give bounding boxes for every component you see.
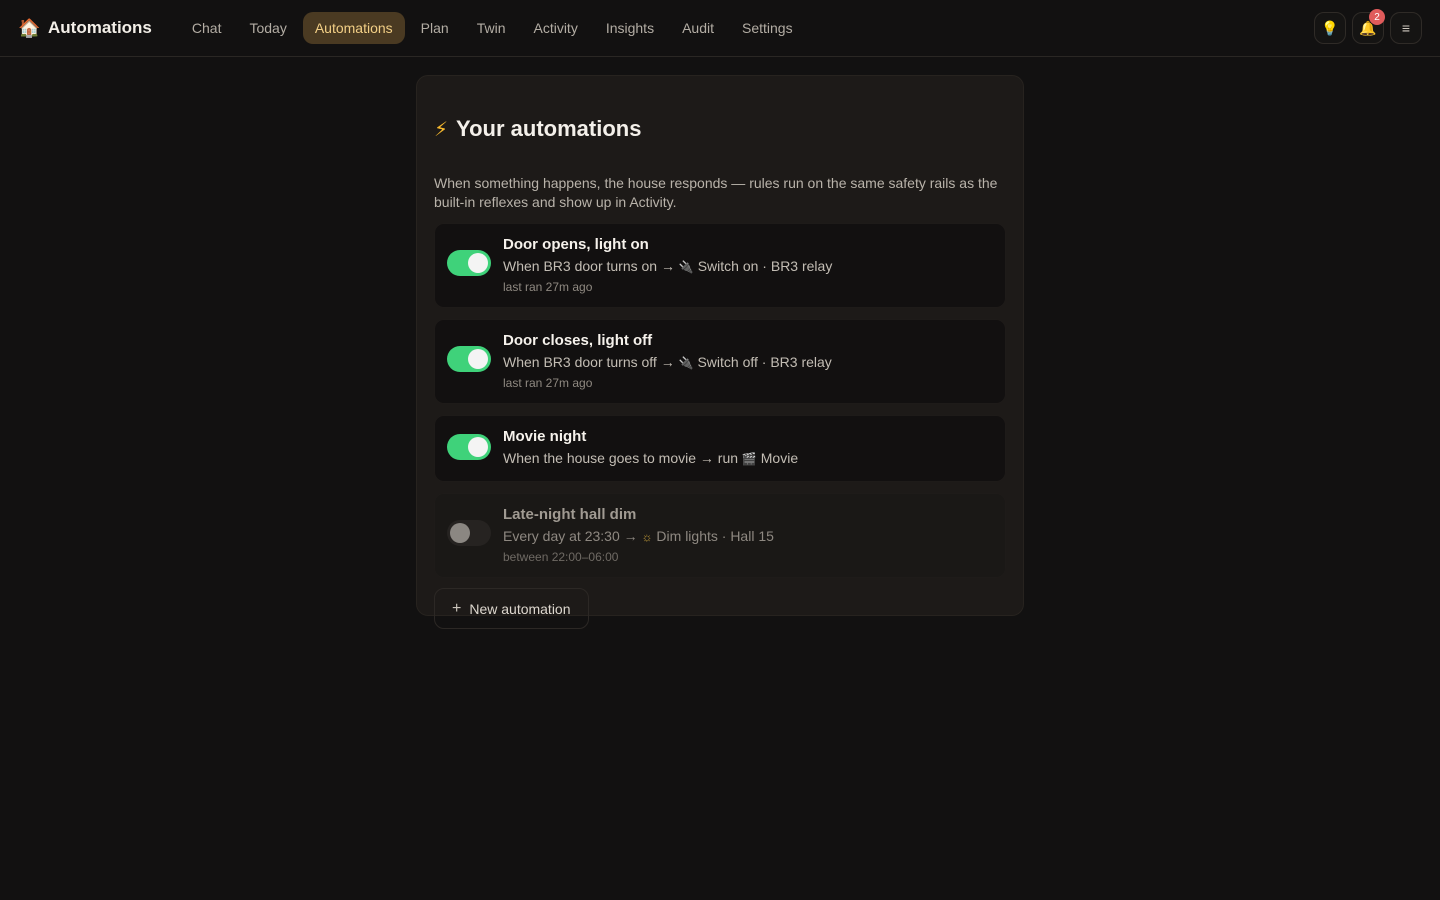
- automations-panel: ⚡ Your automations When something happen…: [416, 75, 1024, 629]
- panel-title: Your automations: [456, 116, 642, 141]
- rule-action: Dim lights · Hall 15: [656, 528, 774, 544]
- house-icon: 🏠: [18, 17, 41, 38]
- toggle-knob: [468, 349, 488, 369]
- rule-action: Movie: [760, 450, 799, 466]
- new-automation-button[interactable]: + New automation: [434, 588, 589, 629]
- rule-last-run: last ran 27m ago: [503, 376, 593, 390]
- hamburger-icon: ≡: [1401, 20, 1411, 36]
- rule-toggle[interactable]: [447, 434, 491, 460]
- tab-today[interactable]: Today: [237, 12, 298, 44]
- tab-automations[interactable]: Automations: [302, 12, 405, 44]
- rule-trigger: When BR3 door turns on →: [503, 258, 675, 274]
- rule-name: Movie night: [503, 428, 587, 445]
- rule-name: Door closes, light off: [503, 332, 653, 349]
- rule-schedule-window: between 22:00–06:00: [503, 550, 619, 564]
- rule-toggle[interactable]: [447, 520, 491, 546]
- toggle-knob: [468, 437, 488, 457]
- plug-icon: 🔌: [678, 356, 694, 370]
- tab-twin[interactable]: Twin: [465, 12, 518, 44]
- plus-icon: +: [452, 599, 462, 617]
- rule-action: Switch on · BR3 relay: [697, 258, 833, 274]
- rule-description: When BR3 door turns on → 🔌 Switch on · B…: [503, 257, 832, 276]
- toggle-knob: [468, 253, 488, 273]
- automation-rule: Late-night hall dim Every day at 23:30 →…: [434, 493, 1006, 578]
- rule-action: Switch off · BR3 relay: [697, 354, 832, 370]
- rule-toggle[interactable]: [447, 250, 491, 276]
- rule-description: Every day at 23:30 → ☼ Dim lights · Hall…: [503, 527, 774, 546]
- plug-icon: 🔌: [678, 260, 694, 274]
- rule-body: Late-night hall dim Every day at 23:30 →…: [503, 506, 774, 565]
- rule-description: When BR3 door turns off → 🔌 Switch off ·…: [503, 353, 832, 372]
- page-title: Automations: [48, 18, 152, 37]
- rule-body: Movie night When the house goes to movie…: [503, 428, 798, 468]
- automation-rule: Door closes, light off When BR3 door tur…: [434, 319, 1006, 404]
- tab-activity[interactable]: Activity: [521, 12, 589, 44]
- tab-plan[interactable]: Plan: [409, 12, 461, 44]
- menu-button[interactable]: ≡: [1390, 12, 1422, 44]
- tab-insights[interactable]: Insights: [594, 12, 666, 44]
- sun-icon: ☼: [641, 530, 653, 544]
- top-bar: 🏠 Automations Chat Today Automations Pla…: [0, 0, 1440, 57]
- rule-description: When the house goes to movie → run 🎬 Mov…: [503, 449, 798, 468]
- clapperboard-icon: 🎬: [741, 452, 757, 466]
- brand: 🏠 Automations: [18, 18, 152, 39]
- lightning-icon: ⚡: [434, 118, 449, 141]
- rule-last-run: last ran 27m ago: [503, 280, 593, 294]
- notifications-button[interactable]: 🔔 2: [1352, 9, 1385, 44]
- lightbulb-icon: 💡: [1321, 19, 1339, 36]
- idea-button[interactable]: 💡: [1314, 12, 1346, 44]
- top-actions: 💡 🔔 2 ≡: [1314, 9, 1422, 44]
- notification-badge: 2: [1369, 9, 1385, 25]
- panel-heading: ⚡ Your automations: [434, 116, 1006, 142]
- rule-name: Door opens, light on: [503, 236, 649, 253]
- rule-trigger: When the house goes to movie → run: [503, 450, 739, 466]
- automation-rule: Movie night When the house goes to movie…: [434, 415, 1006, 482]
- rule-body: Door opens, light on When BR3 door turns…: [503, 236, 832, 295]
- panel-description: When something happens, the house respon…: [434, 175, 998, 210]
- automation-rule: Door opens, light on When BR3 door turns…: [434, 223, 1006, 308]
- rule-body: Door closes, light off When BR3 door tur…: [503, 332, 832, 391]
- rule-name: Late-night hall dim: [503, 506, 637, 523]
- rule-toggle[interactable]: [447, 346, 491, 372]
- new-automation-label: New automation: [469, 600, 571, 617]
- main-nav: Chat Today Automations Plan Twin Activit…: [180, 12, 805, 44]
- toggle-knob: [450, 523, 470, 543]
- tab-chat[interactable]: Chat: [180, 12, 234, 44]
- rule-trigger: When BR3 door turns off →: [503, 354, 675, 370]
- tab-settings[interactable]: Settings: [730, 12, 805, 44]
- tab-audit[interactable]: Audit: [670, 12, 726, 44]
- rule-trigger: Every day at 23:30 →: [503, 528, 638, 544]
